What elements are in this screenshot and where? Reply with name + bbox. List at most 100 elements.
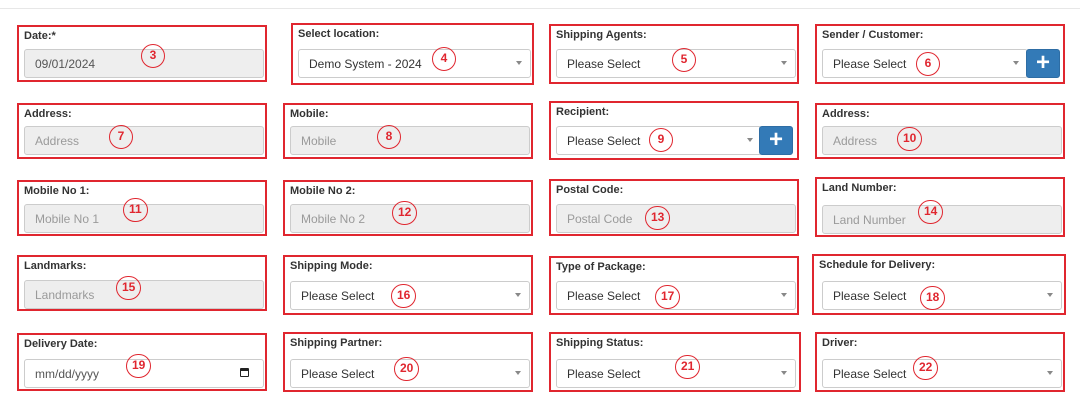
recipient-value: Please Select: [567, 133, 641, 148]
annotation-badge: 19: [126, 354, 152, 378]
annotation-badge: 18: [920, 286, 946, 310]
annotation-badge: 22: [913, 356, 939, 380]
annotation-badge: 6: [916, 52, 940, 76]
mobile-field-group: Mobile: Mobile 8: [283, 103, 533, 159]
chevron-down-icon: [781, 371, 787, 375]
shipping-agents-field-group: Shipping Agents: Please Select 5: [549, 24, 799, 84]
shipping-partner-label: Shipping Partner:: [290, 337, 383, 349]
annotation-badge: 21: [675, 355, 701, 379]
shipping-status-field-group: Shipping Status: Please Select 21: [549, 332, 801, 392]
annotation-badge: 10: [897, 127, 923, 151]
shipping-mode-field-group: Shipping Mode: Please Select 16: [283, 255, 533, 315]
chevron-down-icon: [515, 371, 521, 375]
annotation-badge: 13: [645, 206, 671, 230]
date-label: Date:*: [24, 30, 56, 42]
type-of-package-field-group: Type of Package: Please Select 17: [549, 256, 799, 315]
postal-code-field-group: Postal Code: Postal Code 13: [549, 179, 799, 236]
sender-address-input[interactable]: Address: [24, 126, 264, 155]
date-value: 09/01/2024: [35, 56, 96, 71]
calendar-icon[interactable]: [240, 368, 249, 377]
mobile-placeholder: Mobile: [301, 133, 337, 148]
annotation-badge: 8: [377, 125, 401, 149]
land-number-field-group: Land Number: Land Number 14: [815, 177, 1065, 237]
annotation-badge: 11: [123, 198, 148, 222]
shipping-agents-value: Please Select: [567, 56, 641, 71]
mobile-no-1-placeholder: Mobile No 1: [35, 211, 100, 226]
chevron-down-icon: [747, 138, 753, 142]
annotation-badge: 14: [918, 200, 944, 224]
chevron-down-icon: [515, 293, 521, 297]
landmarks-input[interactable]: Landmarks: [24, 280, 264, 309]
shipping-partner-field-group: Shipping Partner: Please Select 20: [283, 332, 533, 392]
driver-dropdown[interactable]: Please Select: [822, 359, 1062, 388]
select-location-value: Demo System - 2024: [309, 56, 422, 71]
schedule-for-delivery-value: Please Select: [833, 288, 907, 303]
annotation-badge: 3: [141, 44, 165, 68]
landmarks-label: Landmarks:: [24, 260, 87, 272]
postal-code-input[interactable]: Postal Code: [556, 204, 796, 233]
annotation-badge: 17: [655, 285, 681, 309]
recipient-field-group: Recipient: Please Select + 9: [549, 101, 799, 160]
add-recipient-button[interactable]: +: [759, 126, 793, 155]
postal-code-placeholder: Postal Code: [567, 211, 633, 226]
annotation-badge: 15: [116, 276, 142, 300]
schedule-for-delivery-field-group: Schedule for Delivery: Please Select 18: [812, 254, 1066, 315]
date-field-group: Date:* 09/01/2024 3: [17, 25, 267, 82]
mobile-no-2-field-group: Mobile No 2: Mobile No 2 12: [283, 180, 533, 236]
mobile-no-1-label: Mobile No 1:: [24, 185, 90, 197]
add-sender-customer-button[interactable]: +: [1026, 49, 1060, 78]
landmarks-placeholder: Landmarks: [35, 287, 95, 302]
land-number-label: Land Number:: [822, 182, 897, 194]
landmarks-field-group: Landmarks: Landmarks 15: [17, 255, 267, 311]
shipping-status-label: Shipping Status:: [556, 337, 644, 349]
annotation-badge: 7: [109, 125, 133, 149]
recipient-address-label: Address:: [822, 108, 870, 120]
sender-customer-label: Sender / Customer:: [822, 29, 924, 41]
shipping-status-value: Please Select: [567, 366, 641, 381]
shipping-agents-label: Shipping Agents:: [556, 29, 647, 41]
annotation-badge: 12: [392, 201, 418, 225]
postal-code-label: Postal Code:: [556, 184, 624, 196]
annotation-badge: 20: [394, 357, 420, 381]
chevron-down-icon: [516, 61, 522, 65]
annotation-badge: 16: [391, 284, 417, 308]
driver-field-group: Driver: Please Select 22: [815, 332, 1065, 392]
mobile-label: Mobile:: [290, 108, 329, 120]
chevron-down-icon: [1047, 371, 1053, 375]
delivery-date-label: Delivery Date:: [24, 338, 98, 350]
type-of-package-label: Type of Package:: [556, 261, 646, 273]
select-location-field-group: Select location: Demo System - 2024 4: [291, 23, 534, 85]
select-location-dropdown[interactable]: Demo System - 2024: [298, 49, 531, 78]
driver-label: Driver:: [822, 337, 858, 349]
recipient-address-field-group: Address: Address 10: [815, 103, 1065, 159]
land-number-placeholder: Land Number: [833, 212, 906, 227]
schedule-for-delivery-label: Schedule for Delivery:: [819, 259, 936, 271]
plus-icon: +: [768, 126, 783, 153]
shipping-mode-value: Please Select: [301, 288, 375, 303]
chevron-down-icon: [781, 293, 787, 297]
recipient-address-placeholder: Address: [833, 133, 878, 148]
recipient-label: Recipient:: [556, 106, 610, 118]
mobile-no-1-field-group: Mobile No 1: Mobile No 1 11: [17, 180, 267, 236]
select-location-label: Select location:: [298, 28, 380, 40]
sender-address-placeholder: Address: [35, 133, 80, 148]
delivery-date-placeholder: mm/dd/yyyy: [35, 366, 100, 381]
shipping-mode-label: Shipping Mode:: [290, 260, 373, 272]
driver-value: Please Select: [833, 366, 907, 381]
type-of-package-value: Please Select: [567, 288, 641, 303]
top-divider: [0, 8, 1080, 9]
shipping-partner-value: Please Select: [301, 366, 375, 381]
sender-customer-field-group: Sender / Customer: Please Select + 6: [815, 24, 1065, 84]
recipient-address-input[interactable]: Address: [822, 126, 1062, 155]
sender-address-label: Address:: [24, 108, 72, 120]
chevron-down-icon: [1013, 61, 1019, 65]
chevron-down-icon: [781, 61, 787, 65]
chevron-down-icon: [1047, 293, 1053, 297]
plus-icon: +: [1035, 49, 1050, 76]
annotation-badge: 5: [672, 48, 696, 72]
delivery-date-field-group: Delivery Date: mm/dd/yyyy 19: [17, 333, 267, 391]
annotation-badge: 4: [432, 47, 456, 71]
annotation-badge: 9: [649, 128, 673, 152]
mobile-input[interactable]: Mobile: [290, 126, 530, 155]
mobile-no-2-placeholder: Mobile No 2: [301, 211, 366, 226]
